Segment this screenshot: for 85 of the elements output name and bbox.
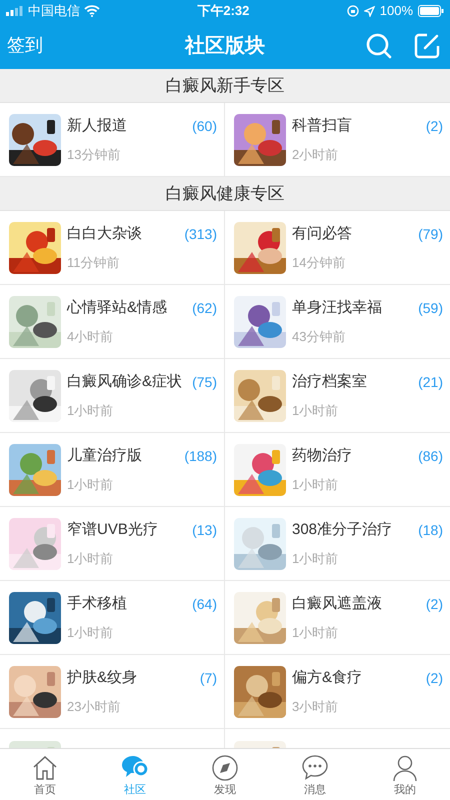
wifi-icon [84, 5, 100, 17]
post-count: (7) [200, 668, 217, 688]
board-item[interactable]: 白癜风遮盖液 (2) 1小时前 [225, 581, 450, 655]
last-post-time: 1小时前 [67, 550, 114, 568]
board-name: 窄谱UVB光疗 [67, 520, 158, 540]
board-item[interactable]: 药物治疗 (86) 1小时前 [225, 433, 450, 507]
post-count: (62) [192, 298, 217, 318]
last-post-time: 1小时前 [292, 550, 340, 568]
last-post-time: 1小时前 [67, 476, 114, 494]
post-count: (13) [192, 520, 217, 540]
message-bubble-icon [302, 754, 328, 780]
board-item[interactable]: 白白大杂谈 (313) 11分钟前 [0, 211, 225, 285]
board-item[interactable]: 治疗档案室 (21) 1小时前 [225, 359, 450, 433]
last-post-time: 43分钟前 [292, 328, 346, 346]
post-count: (75) [192, 372, 217, 392]
board-name: 有问必答 [292, 224, 352, 244]
last-post-time: 13分钟前 [67, 146, 122, 164]
board-item[interactable]: 有问必答 (79) 14分钟前 [225, 211, 450, 285]
board-item[interactable]: 308准分子治疗 (18) 1小时前 [225, 507, 450, 581]
last-post-time: 2小时前 [292, 146, 340, 164]
board-name: 药物治疗 [292, 446, 352, 466]
board-item[interactable]: 科普扫盲 (2) 2小时前 [225, 103, 450, 177]
board-name: 科普扫盲 [292, 116, 352, 136]
page-title: 社区版块 [185, 34, 265, 58]
board-name: 单身汪找幸福 [292, 298, 382, 318]
clock-time: 下午2:32 [197, 2, 250, 20]
section-header: 白癜风健康专区 [166, 182, 284, 205]
last-post-time: 23小时前 [67, 698, 122, 716]
person-icon [393, 754, 417, 780]
battery-icon [418, 5, 444, 17]
tab-bar-item[interactable]: 首页 [0, 749, 90, 800]
last-post-time: 3小时前 [292, 698, 340, 716]
post-count: (2) [426, 594, 443, 614]
post-count: (18) [418, 520, 443, 540]
board-item[interactable]: 手术移植 (64) 1小时前 [0, 581, 225, 655]
post-count: (188) [184, 446, 217, 466]
board-name: 308准分子治疗 [292, 520, 392, 540]
post-count: (79) [418, 224, 443, 244]
signal-icon [6, 6, 24, 16]
last-post-time: 4小时前 [67, 328, 114, 346]
compass-icon [212, 754, 238, 780]
post-count: (60) [192, 116, 217, 136]
board-item[interactable]: 白癜风确诊&症状 (75) 1小时前 [0, 359, 225, 433]
home-icon [32, 754, 58, 780]
board-item[interactable]: 单身汪找幸福 (59) 43分钟前 [225, 285, 450, 359]
board-item[interactable]: 儿童治疗版 (188) 1小时前 [0, 433, 225, 507]
last-post-time: 1小时前 [67, 402, 114, 420]
battery-percent: 100% [380, 2, 413, 20]
post-count: (59) [418, 298, 443, 318]
board-item[interactable]: 新人报道 (60) 13分钟前 [0, 103, 225, 177]
last-post-time: 14分钟前 [292, 254, 346, 272]
tab-bar-item[interactable]: 消息 [270, 749, 360, 800]
rotation-lock-icon [346, 5, 359, 17]
board-name: 新人报道 [67, 116, 127, 136]
tab-bar-item[interactable]: 我的 [360, 749, 450, 800]
tab-bar-item[interactable]: 发现 [180, 749, 270, 800]
last-post-time: 1小时前 [292, 476, 340, 494]
post-count: (2) [426, 116, 443, 136]
board-item[interactable]: 偏方&食疗 (2) 3小时前 [225, 655, 450, 729]
post-count: (86) [418, 446, 443, 466]
board-item[interactable]: 心情驿站&情感 (62) 4小时前 [0, 285, 225, 359]
board-name: 手术移植 [67, 594, 127, 614]
post-count: (2) [426, 668, 443, 688]
location-arrow-icon [364, 6, 375, 16]
board-item[interactable]: 护肤&纹身 (7) 23小时前 [0, 655, 225, 729]
post-count: (64) [192, 594, 217, 614]
board-item[interactable]: 窄谱UVB光疗 (13) 1小时前 [0, 507, 225, 581]
last-post-time: 11分钟前 [67, 254, 120, 272]
board-name: 心情驿站&情感 [67, 298, 168, 318]
board-name: 白癜风确诊&症状 [67, 372, 182, 392]
post-count: (313) [184, 224, 217, 244]
section-header: 白癜风新手专区 [166, 74, 284, 97]
compose-icon[interactable] [414, 32, 440, 58]
last-post-time: 1小时前 [67, 624, 114, 642]
board-name: 治疗档案室 [292, 372, 367, 392]
last-post-time: 1小时前 [292, 402, 340, 420]
last-post-time: 1小时前 [292, 624, 340, 642]
board-name: 偏方&食疗 [292, 668, 362, 688]
board-name: 护肤&纹身 [67, 668, 138, 688]
search-icon[interactable] [366, 32, 392, 58]
board-name: 儿童治疗版 [67, 446, 142, 466]
board-name: 白白大杂谈 [67, 224, 142, 244]
carrier-name: 中国电信 [28, 2, 80, 20]
post-count: (21) [418, 372, 443, 392]
board-name: 白癜风遮盖液 [292, 594, 382, 614]
